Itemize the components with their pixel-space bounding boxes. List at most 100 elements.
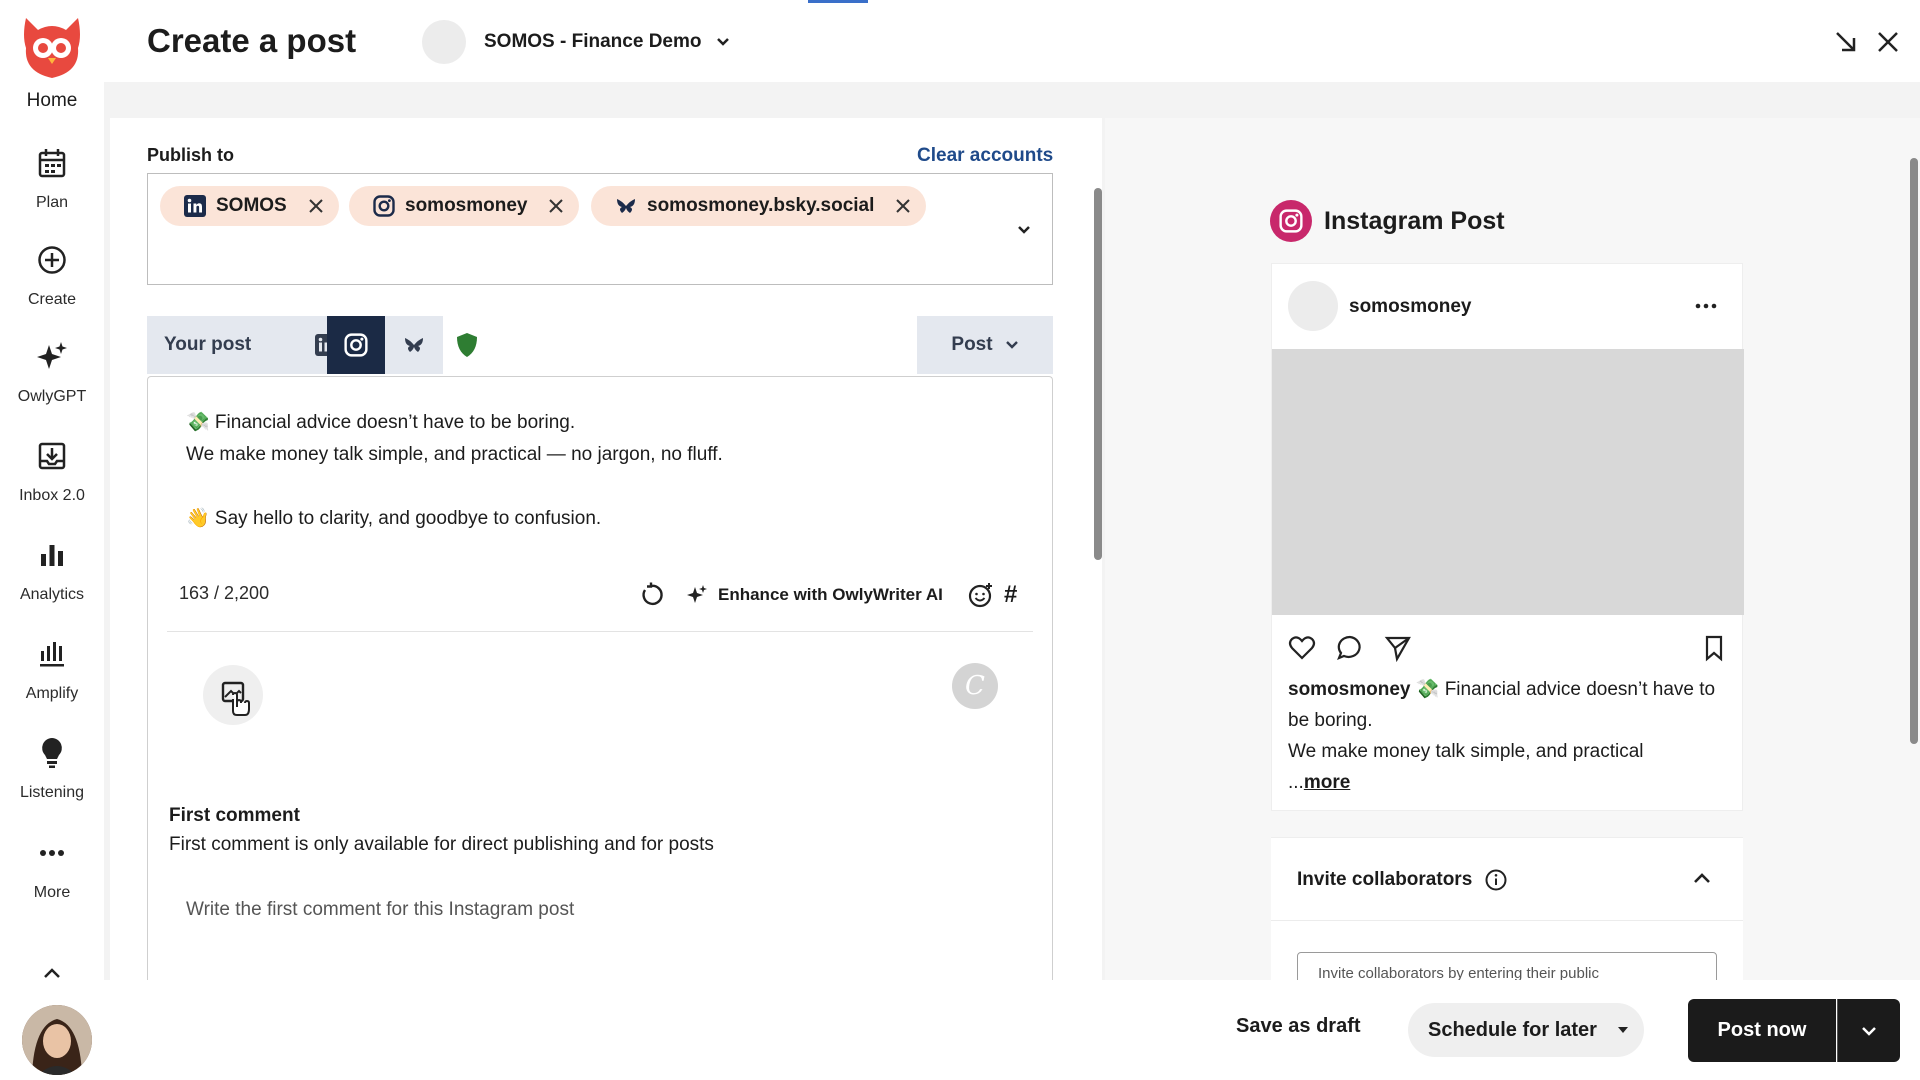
first-comment-input[interactable]: Write the first comment for this Instagr… <box>186 899 574 921</box>
plus-circle-icon <box>35 243 69 277</box>
info-icon[interactable] <box>1484 868 1508 892</box>
sidebar-item-label: Listening <box>19 784 85 801</box>
editor-scrollbar[interactable] <box>1094 188 1102 560</box>
shield-icon[interactable] <box>452 330 482 360</box>
sidebar-item-amplify[interactable]: Amplify <box>0 637 104 727</box>
undo-icon[interactable] <box>638 582 664 608</box>
first-comment-title: First comment <box>169 805 300 826</box>
account-chip-label: somosmoney <box>405 195 528 216</box>
sidebar-item-plan[interactable]: Plan <box>0 146 104 236</box>
post-now-options-button[interactable] <box>1837 999 1900 1062</box>
divider <box>167 631 1033 632</box>
minimize-icon[interactable] <box>1832 28 1860 56</box>
sidebar-item-label: Analytics <box>19 586 85 603</box>
remove-account-icon[interactable] <box>547 197 565 215</box>
hashtag-button[interactable]: # <box>1004 582 1028 608</box>
post-text-editor[interactable]: 💸 Financial advice doesn’t have to be bo… <box>186 407 1026 535</box>
sidebar-item-label: Amplify <box>25 685 79 702</box>
invite-collaborators-title: Invite collaborators <box>1297 869 1473 890</box>
character-count: 163 / 2,200 <box>179 583 270 603</box>
account-selector[interactable]: SOMOS somosmoney somosmoney.bsky.social <box>147 173 1053 285</box>
post-now-button[interactable]: Post now <box>1688 999 1836 1062</box>
schedule-label: Schedule for later <box>1428 1018 1597 1041</box>
sidebar-item-owlygpt[interactable]: OwlyGPT <box>0 340 104 430</box>
linkedin-icon <box>184 195 206 217</box>
progress-indicator <box>808 0 868 3</box>
caption-more-link[interactable]: more <box>1304 772 1350 793</box>
invite-collaborators-header[interactable]: Invite collaborators <box>1297 868 1508 892</box>
chevron-up-icon[interactable] <box>38 963 66 983</box>
save-as-draft-button[interactable]: Save as draft <box>1236 1015 1361 1038</box>
caption-username: somosmoney <box>1288 679 1411 700</box>
sidebar-item-label: More <box>33 884 71 901</box>
avatar <box>1288 281 1338 331</box>
post-text-line <box>186 471 1026 503</box>
page-title: Create a post <box>147 22 357 59</box>
bar-chart-icon <box>35 538 69 572</box>
comment-icon[interactable] <box>1336 634 1364 662</box>
post-text-line: We make money talk simple, and practical… <box>186 444 723 465</box>
hootsuite-owl-logo[interactable] <box>18 14 86 82</box>
enhance-label: Enhance with OwlyWriter AI <box>718 585 943 604</box>
account-chip-linkedin: SOMOS <box>160 186 339 226</box>
first-comment-note: First comment is only available for dire… <box>169 834 714 855</box>
close-icon[interactable] <box>1874 28 1902 56</box>
clear-accounts-link[interactable]: Clear accounts <box>917 145 1053 167</box>
chevron-down-icon <box>1005 340 1019 350</box>
canva-button[interactable]: C <box>952 663 998 709</box>
inbox-icon <box>35 439 69 473</box>
sidebar-item-inbox[interactable]: Inbox 2.0 <box>0 439 104 529</box>
sidebar-item-listening[interactable]: Listening <box>0 736 104 826</box>
more-icon <box>35 836 69 870</box>
post-composer: 💸 Financial advice doesn’t have to be bo… <box>147 376 1053 1016</box>
schedule-for-later-button[interactable]: Schedule for later <box>1408 1003 1644 1057</box>
tab-instagram[interactable] <box>327 316 385 374</box>
organization-switcher[interactable]: SOMOS - Finance Demo <box>422 20 731 64</box>
preview-actions <box>1288 634 1728 664</box>
chevron-down-icon[interactable] <box>1016 224 1032 236</box>
enhance-with-ai-button[interactable]: Enhance with OwlyWriter AI <box>686 581 943 609</box>
invite-collaborators-section: Invite collaborators Invite collaborator… <box>1271 837 1743 992</box>
instagram-icon <box>344 333 368 357</box>
sidebar-item-analytics[interactable]: Analytics <box>0 538 104 628</box>
preview-scrollbar[interactable] <box>1910 158 1918 744</box>
chevron-up-icon[interactable] <box>1691 870 1713 886</box>
sparkle-icon <box>35 340 69 374</box>
bluesky-icon <box>615 195 637 217</box>
tab-bluesky[interactable] <box>385 316 443 374</box>
account-chip-label: somosmoney.bsky.social <box>647 195 875 216</box>
preview-title: Instagram Post <box>1270 200 1505 242</box>
org-avatar <box>422 20 466 64</box>
instagram-preview-card: somosmoney somosmoney 💸 Financial advice… <box>1271 263 1744 811</box>
chevron-down-icon <box>1860 1025 1878 1037</box>
avatar[interactable] <box>22 1005 92 1075</box>
post-type-dropdown[interactable]: Post <box>917 316 1053 374</box>
calendar-icon <box>35 146 69 180</box>
amplify-icon <box>35 637 69 671</box>
bookmark-icon[interactable] <box>1700 634 1728 662</box>
home-link[interactable]: Home <box>0 90 104 112</box>
more-icon[interactable] <box>1692 292 1720 320</box>
sidebar-item-create[interactable]: Create <box>0 243 104 333</box>
sparkle-icon <box>686 584 708 606</box>
caret-down-icon <box>1617 1026 1629 1034</box>
remove-account-icon[interactable] <box>894 197 912 215</box>
remove-account-icon[interactable] <box>307 197 325 215</box>
footer-bar <box>104 980 1920 1080</box>
caption-text: We make money talk simple, and practical <box>1288 741 1644 762</box>
instagram-icon <box>1270 200 1312 242</box>
account-chip-instagram: somosmoney <box>349 186 580 226</box>
post-text-line: 💸 Financial advice doesn’t have to be bo… <box>186 412 576 433</box>
sidebar-item-more[interactable]: More <box>0 836 104 926</box>
sidebar-item-label: Inbox 2.0 <box>19 487 85 504</box>
preview-caption: somosmoney 💸 Financial advice doesn’t ha… <box>1288 674 1728 798</box>
emoji-icon[interactable] <box>968 582 994 608</box>
heart-icon[interactable] <box>1288 634 1316 662</box>
sidebar-item-label: OwlyGPT <box>17 388 87 405</box>
share-icon[interactable] <box>1384 634 1412 662</box>
sidebar-item-label: Create <box>27 291 77 308</box>
org-name: SOMOS - Finance Demo <box>484 31 702 52</box>
preview-title-label: Instagram Post <box>1324 206 1505 235</box>
network-tabs: Your post Post <box>147 316 1053 374</box>
add-media-button[interactable] <box>203 665 263 725</box>
